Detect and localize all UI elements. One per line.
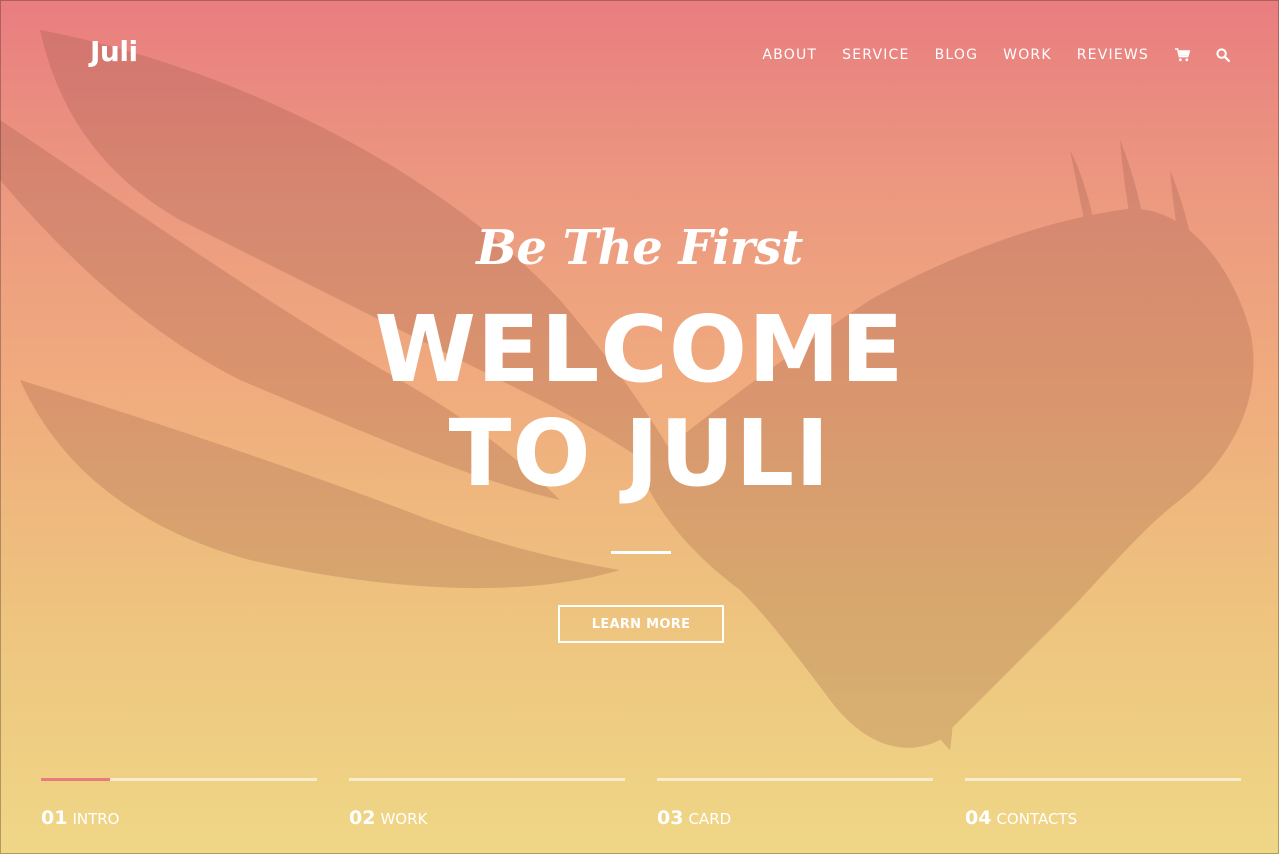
hero-headline-line-1: WELCOME — [374, 296, 905, 403]
nav-item-work[interactable]: WORK — [1003, 47, 1052, 63]
slide-number: 02 — [349, 807, 376, 829]
hero-headline: WELCOME TO JULI — [0, 298, 1279, 506]
slide-name: CONTACTS — [996, 810, 1078, 828]
slide-label: 03 CARD — [657, 807, 933, 829]
search-icon[interactable] — [1215, 47, 1231, 63]
site-logo[interactable]: Juli — [90, 35, 138, 68]
slide-tab-contacts[interactable]: 04 CONTACTS — [965, 778, 1241, 829]
main-nav: ABOUT SERVICE BLOG WORK REVIEWS — [737, 46, 1231, 64]
hero-tagline: Be The First — [476, 220, 803, 276]
cart-icon[interactable] — [1174, 47, 1190, 63]
slide-tab-card[interactable]: 03 CARD — [657, 778, 933, 829]
slide-tab-intro[interactable]: 01 INTRO — [41, 778, 317, 829]
slide-progress-fill — [41, 778, 110, 781]
slide-label: 01 INTRO — [41, 807, 317, 829]
hero-divider — [611, 551, 671, 554]
slide-number: 03 — [657, 807, 684, 829]
slide-number: 01 — [41, 807, 68, 829]
slide-progress-bar — [41, 778, 317, 781]
nav-item-service[interactable]: SERVICE — [842, 47, 909, 63]
slide-number: 04 — [965, 807, 992, 829]
slide-name: INTRO — [72, 810, 120, 828]
slide-name: CARD — [688, 810, 732, 828]
learn-more-button[interactable]: LEARN MORE — [558, 605, 724, 643]
slide-progress-bar — [965, 778, 1241, 781]
nav-item-about[interactable]: ABOUT — [762, 47, 817, 63]
slide-progress-bar — [657, 778, 933, 781]
slide-progress-bar — [349, 778, 625, 781]
slide-label: 02 WORK — [349, 807, 625, 829]
slide-label: 04 CONTACTS — [965, 807, 1241, 829]
slide-tab-work[interactable]: 02 WORK — [349, 778, 625, 829]
hero-headline-line-2: TO JULI — [448, 400, 831, 507]
slide-navigation: 01 INTRO 02 WORK 03 CARD 04 CONTACTS — [41, 778, 1241, 829]
nav-item-blog[interactable]: BLOG — [935, 47, 979, 63]
nav-item-reviews[interactable]: REVIEWS — [1077, 47, 1149, 63]
slide-name: WORK — [380, 810, 428, 828]
